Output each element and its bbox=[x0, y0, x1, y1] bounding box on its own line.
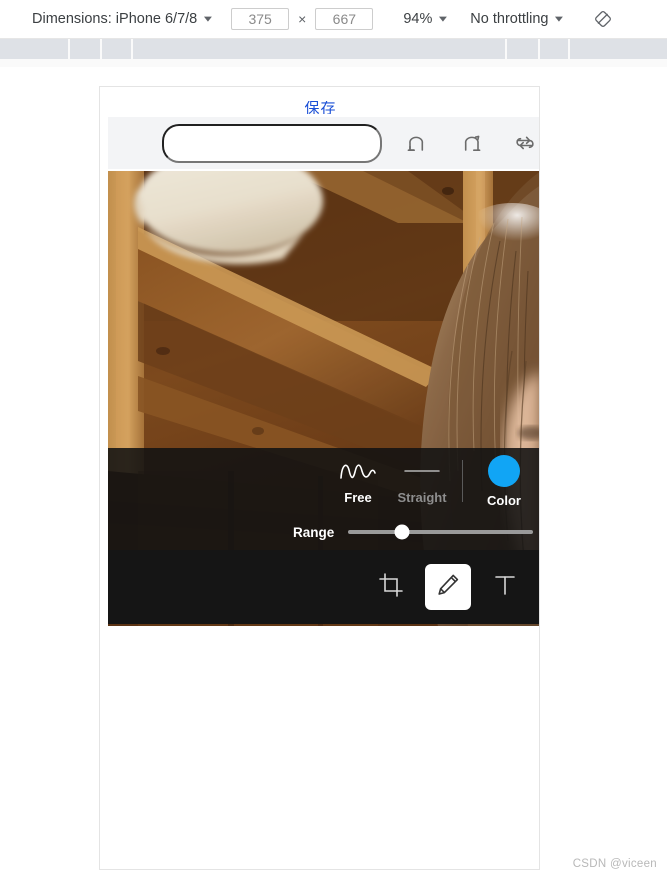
ruler-tick bbox=[568, 39, 570, 59]
viewport-ruler bbox=[0, 39, 667, 59]
wave-line-icon bbox=[338, 458, 378, 484]
device-viewport: 保存 Free Straight Color Range bbox=[99, 86, 540, 870]
color-label: Color bbox=[487, 492, 521, 508]
chevron-down-icon: ▼ bbox=[436, 14, 451, 24]
draw-mode-straight[interactable]: Straight bbox=[390, 458, 454, 505]
dimension-separator: × bbox=[298, 11, 307, 27]
range-slider[interactable] bbox=[348, 524, 534, 540]
device-dimensions-label: Dimensions: iPhone 6/7/8 bbox=[32, 11, 198, 27]
draw-mode-free-label: Free bbox=[344, 489, 372, 505]
options-divider bbox=[462, 460, 463, 502]
editor-tool-bar bbox=[108, 550, 539, 624]
chevron-down-icon: ▼ bbox=[201, 14, 215, 24]
text-tool[interactable] bbox=[479, 565, 531, 609]
text-icon bbox=[492, 572, 518, 603]
ruler-tick bbox=[538, 39, 540, 59]
zoom-level-label: 94% bbox=[403, 11, 433, 27]
ruler-tick bbox=[68, 39, 70, 59]
save-link[interactable]: 保存 bbox=[100, 101, 539, 114]
chevron-down-icon: ▼ bbox=[552, 14, 567, 24]
color-picker[interactable]: Color bbox=[475, 454, 533, 508]
draw-mode-straight-label: Straight bbox=[397, 489, 447, 505]
undo-icon[interactable] bbox=[404, 130, 430, 156]
redo-icon[interactable] bbox=[458, 130, 484, 156]
color-swatch-icon bbox=[488, 454, 520, 487]
ruler-tick bbox=[131, 39, 133, 59]
range-row: Range bbox=[108, 514, 539, 550]
editor-header bbox=[108, 117, 539, 169]
search-input[interactable] bbox=[162, 123, 382, 163]
throttling-label: No throttling bbox=[470, 11, 549, 27]
history-icon-group bbox=[404, 130, 538, 156]
range-slider-thumb[interactable] bbox=[394, 524, 410, 540]
viewport-height-input[interactable] bbox=[315, 8, 374, 30]
range-label: Range bbox=[293, 524, 335, 540]
crop-tool[interactable] bbox=[365, 565, 417, 609]
throttling-dropdown[interactable]: No throttling ▼ bbox=[470, 11, 567, 27]
zoom-dropdown[interactable]: 94% ▼ bbox=[403, 11, 451, 27]
watermark: CSDN @viceen bbox=[572, 858, 657, 870]
reset-icon[interactable] bbox=[512, 130, 538, 156]
ruler-tick bbox=[505, 39, 507, 59]
rotate-device-icon[interactable] bbox=[592, 8, 614, 30]
pencil-icon bbox=[435, 572, 461, 603]
device-dimensions-dropdown[interactable]: Dimensions: iPhone 6/7/8 ▼ bbox=[32, 11, 215, 27]
draw-tool[interactable] bbox=[425, 564, 471, 610]
ruler-underline bbox=[0, 59, 667, 67]
draw-mode-row: Free Straight Color bbox=[108, 448, 539, 514]
draw-options-panel: Free Straight Color Range bbox=[108, 448, 539, 550]
viewport-width-input[interactable] bbox=[231, 8, 290, 30]
crop-icon bbox=[378, 572, 404, 603]
draw-mode-free[interactable]: Free bbox=[326, 458, 390, 505]
ruler-tick bbox=[100, 39, 102, 59]
devtools-device-toolbar: Dimensions: iPhone 6/7/8 ▼ × 94% ▼ No th… bbox=[0, 0, 667, 39]
straight-line-icon bbox=[402, 458, 442, 484]
